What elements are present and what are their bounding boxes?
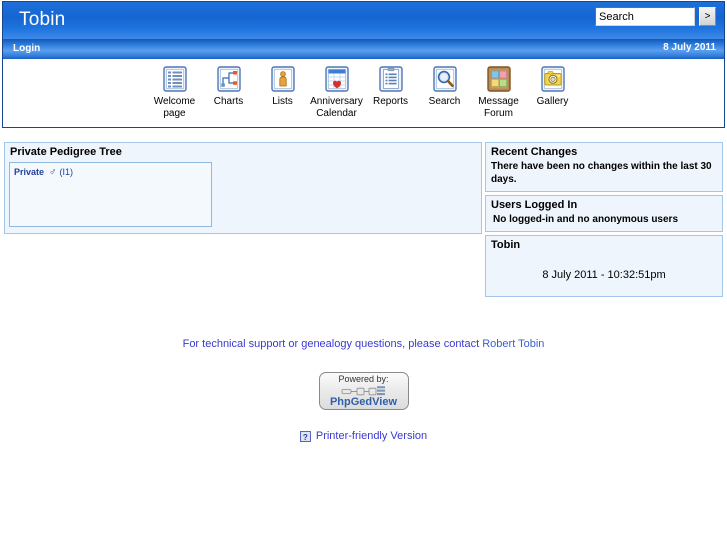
nav-label-charts: Charts (213, 96, 244, 107)
calendar-heart-icon (323, 65, 351, 93)
list-lines-icon (161, 65, 189, 93)
recent-changes-title: Recent Changes (491, 146, 578, 158)
site-title: Tobin (19, 9, 66, 30)
camera-icon (539, 65, 567, 93)
nav-item-gallery[interactable]: Gallery (526, 65, 580, 108)
clock-time: 8 July 2011 - 10:32:51pm (542, 269, 666, 281)
nav-label-lists: Lists (272, 96, 293, 107)
search-submit-button[interactable]: > (699, 7, 716, 26)
page-header: Tobin > (2, 1, 725, 39)
clock-block-title: Tobin (491, 239, 521, 251)
nav-item-lists[interactable]: Lists (256, 65, 310, 108)
nav-item-search[interactable]: Search (418, 65, 472, 108)
badge-powered-by-text: Powered by: (338, 374, 389, 384)
clock-block: Tobin 8 July 2011 - 10:32:51pm (485, 235, 723, 297)
recent-changes-block: Recent Changes There have been no change… (485, 142, 723, 192)
nav-label-search: Search (428, 96, 461, 107)
main-navigation: Welcome page Charts Lists Anniversary Ca… (2, 59, 725, 128)
support-contact-link[interactable]: Robert Tobin (482, 338, 544, 350)
nav-label-message-forum: Message Forum (478, 96, 519, 119)
sidebar-column: Recent Changes There have been no change… (485, 142, 723, 300)
powered-by-phpgedview-badge[interactable]: Powered by: PhpGedView (318, 372, 409, 410)
login-bar: Login 8 July 2011 (2, 39, 725, 59)
page-footer: For technical support or genealogy quest… (0, 338, 727, 442)
pedigree-person-name[interactable]: Private (14, 167, 44, 177)
recent-changes-text: There have been no changes within the la… (491, 161, 712, 185)
person-list-icon (269, 65, 297, 93)
printer-friendly-row: ? Printer-friendly Version (0, 430, 727, 442)
users-logged-in-block: Users Logged In No logged-in and no anon… (485, 195, 723, 232)
search-input[interactable] (595, 7, 695, 26)
nav-item-welcome-page[interactable]: Welcome page (148, 65, 202, 120)
main-column: Private Pedigree Tree Private ♂ (I1) (4, 142, 482, 237)
users-logged-in-title: Users Logged In (491, 199, 578, 211)
chart-tree-icon (215, 65, 243, 93)
support-line: For technical support or genealogy quest… (0, 338, 727, 350)
printer-friendly-icon[interactable]: ? (299, 430, 311, 442)
nav-label-reports: Reports (372, 96, 408, 107)
users-logged-in-text: No logged-in and no anonymous users (493, 214, 679, 225)
printer-friendly-link[interactable]: Printer-friendly Version (316, 430, 427, 442)
header-date: 8 July 2011 (663, 42, 716, 53)
nav-label-welcome-page: Welcome page (153, 96, 196, 119)
pedigree-block-title: Private Pedigree Tree (10, 146, 122, 158)
nav-label-gallery: Gallery (536, 96, 569, 107)
private-pedigree-tree-block: Private Pedigree Tree Private ♂ (I1) (4, 142, 482, 234)
magnifier-icon (431, 65, 459, 93)
nav-item-reports[interactable]: Reports (364, 65, 418, 108)
search-form: > (595, 7, 716, 26)
nav-item-message-forum[interactable]: Message Forum (472, 65, 526, 120)
badge-product-name: PhpGedView (329, 396, 398, 408)
pedigree-person-id: (I1) (59, 167, 74, 177)
male-sex-icon: ♂ (49, 167, 57, 178)
login-link[interactable]: Login (13, 43, 40, 54)
corkboard-notes-icon (485, 65, 513, 93)
report-clipboard-icon (377, 65, 405, 93)
support-text: For technical support or genealogy quest… (182, 338, 483, 350)
nav-label-anniversary-calendar: Anniversary Calendar (310, 96, 363, 119)
content-area: Private Pedigree Tree Private ♂ (I1) Recen… (0, 128, 727, 300)
pedigree-person-box[interactable]: Private ♂ (I1) (9, 162, 212, 227)
nav-item-anniversary-calendar[interactable]: Anniversary Calendar (310, 65, 364, 120)
nav-item-charts[interactable]: Charts (202, 65, 256, 108)
